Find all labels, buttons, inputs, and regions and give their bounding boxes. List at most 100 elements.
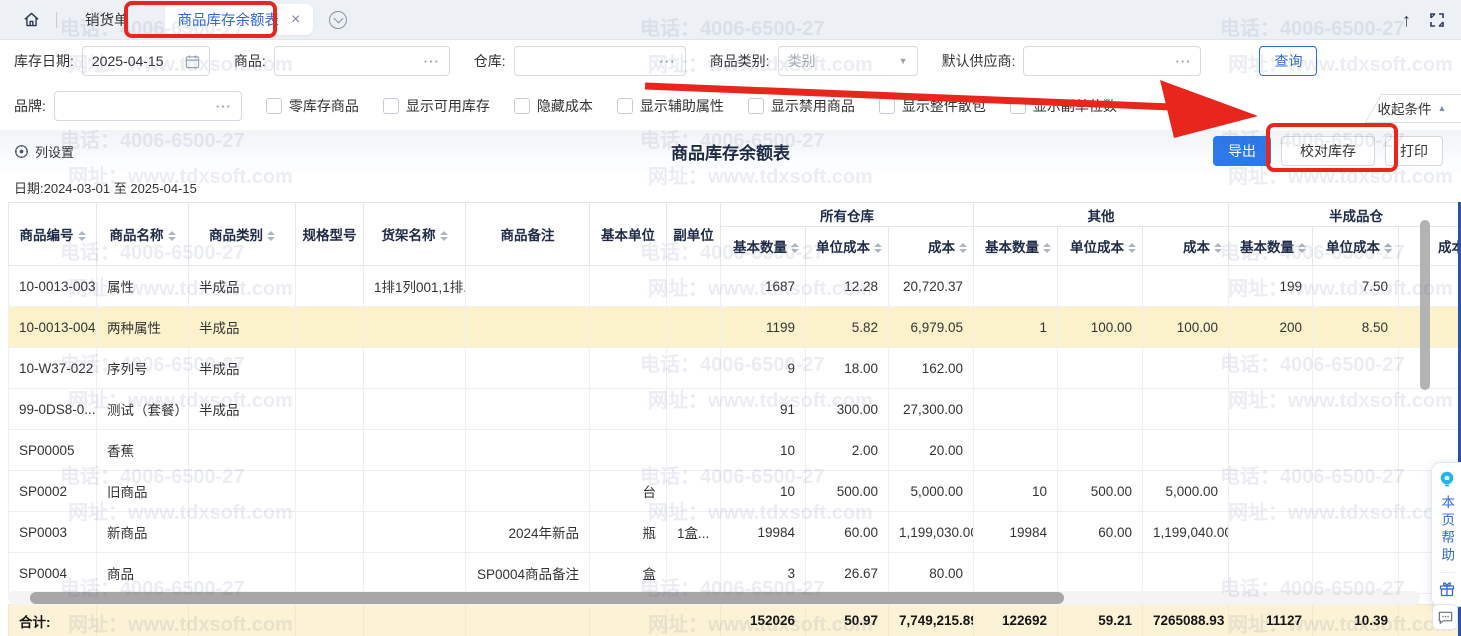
table-cell[interactable]: 商品 — [97, 553, 189, 594]
filter-checkbox[interactable]: 零库存商品 — [266, 96, 359, 116]
column-header[interactable]: 单位成本 — [1313, 227, 1399, 266]
sort-icon[interactable] — [874, 243, 882, 253]
table-cell[interactable]: 20,720.37 — [889, 266, 974, 307]
default-supplier-input[interactable]: ··· — [1023, 46, 1201, 76]
table-cell[interactable]: 18.00 — [806, 348, 889, 389]
table-cell[interactable]: 盒 — [590, 553, 667, 594]
column-header[interactable]: 货架名称 — [364, 203, 466, 266]
table-cell[interactable]: 80.00 — [889, 553, 974, 594]
sort-icon[interactable] — [791, 243, 799, 253]
product-input[interactable]: ··· — [274, 46, 450, 76]
table-cell[interactable]: 5.82 — [806, 307, 889, 348]
table-cell[interactable]: 属性 — [97, 266, 189, 307]
table-cell[interactable] — [364, 430, 466, 471]
horizontal-scrollbar-thumb[interactable] — [30, 592, 1064, 604]
print-button[interactable]: 打印 — [1385, 136, 1443, 166]
checkbox-icon[interactable] — [748, 98, 764, 114]
filter-checkbox[interactable]: 显示辅助属性 — [617, 96, 724, 116]
table-cell[interactable] — [1058, 348, 1143, 389]
sort-icon[interactable] — [78, 231, 86, 241]
table-cell[interactable]: SP0004商品备注 — [466, 553, 590, 594]
table-cell[interactable] — [296, 553, 364, 594]
table-cell[interactable]: SP00005 — [9, 430, 97, 471]
filter-checkbox[interactable]: 显示可用库存 — [383, 96, 490, 116]
table-cell[interactable] — [466, 307, 590, 348]
table-row[interactable]: 10-0013-004两种属性半成品11995.826,979.051100.0… — [9, 307, 1461, 348]
fullscreen-icon[interactable] — [1429, 12, 1445, 28]
table-cell[interactable] — [466, 471, 590, 512]
table-cell[interactable] — [1143, 430, 1229, 471]
table-cell[interactable] — [364, 512, 466, 553]
table-cell[interactable] — [189, 471, 296, 512]
checkbox-icon[interactable] — [514, 98, 530, 114]
table-cell[interactable]: 3 — [721, 553, 806, 594]
table-cell[interactable] — [667, 389, 721, 430]
checkbox-icon[interactable] — [266, 98, 282, 114]
table-cell[interactable] — [1399, 389, 1461, 430]
table-cell[interactable]: 测试（套餐） — [97, 389, 189, 430]
table-cell[interactable] — [667, 266, 721, 307]
table-cell[interactable] — [189, 430, 296, 471]
table-row[interactable]: SP00005香蕉102.0020.00 — [9, 430, 1461, 471]
filter-checkbox[interactable]: 隐藏成本 — [514, 96, 593, 116]
tab-sales-order[interactable]: 销货单 — [71, 9, 143, 30]
table-cell[interactable]: 10-0013-004 — [9, 307, 97, 348]
table-cell[interactable]: 7.50 — [1313, 266, 1399, 307]
table-cell[interactable] — [1313, 471, 1399, 512]
table-row[interactable]: 10-0013-003属性半成品1排1列001,1排...168712.2820… — [9, 266, 1461, 307]
vertical-scrollbar-thumb[interactable] — [1420, 220, 1430, 390]
table-cell[interactable] — [1058, 266, 1143, 307]
table-cell[interactable]: 500.00 — [1058, 471, 1143, 512]
column-header[interactable]: 商品编号 — [9, 203, 97, 266]
table-cell[interactable] — [1313, 512, 1399, 553]
filter-checkbox[interactable]: 显示禁用商品 — [748, 96, 855, 116]
table-cell[interactable]: 1199 — [721, 307, 806, 348]
table-cell[interactable]: 1,199,040.00 — [1143, 512, 1229, 553]
table-cell[interactable] — [590, 307, 667, 348]
table-cell[interactable] — [1143, 553, 1229, 594]
table-cell[interactable]: 香蕉 — [97, 430, 189, 471]
table-cell[interactable]: 半成品 — [189, 348, 296, 389]
table-cell[interactable] — [296, 348, 364, 389]
table-cell[interactable] — [1313, 553, 1399, 594]
table-cell[interactable] — [189, 553, 296, 594]
export-button[interactable]: 导出 — [1213, 136, 1271, 166]
column-header[interactable]: 副单位 — [667, 203, 721, 266]
table-cell[interactable]: 20.00 — [889, 430, 974, 471]
table-cell[interactable] — [1058, 553, 1143, 594]
filter-checkbox[interactable]: 显示副单位数 — [1010, 96, 1117, 116]
table-cell[interactable]: 1,199,030.00 — [889, 512, 974, 553]
table-cell[interactable]: 19984 — [974, 512, 1058, 553]
table-cell[interactable]: 9 — [721, 348, 806, 389]
table-cell[interactable] — [296, 389, 364, 430]
table-cell[interactable] — [1229, 430, 1313, 471]
table-cell[interactable] — [364, 389, 466, 430]
ellipsis-icon[interactable]: ··· — [1175, 54, 1191, 69]
column-header[interactable]: 规格型号 — [296, 203, 364, 266]
column-header[interactable]: 基本数量 — [974, 227, 1058, 266]
table-cell[interactable] — [296, 512, 364, 553]
table-cell[interactable] — [1229, 553, 1313, 594]
table-cell[interactable]: 1 — [974, 307, 1058, 348]
column-header[interactable]: 商品名称 — [97, 203, 189, 266]
table-cell[interactable] — [1313, 389, 1399, 430]
filter-checkbox[interactable]: 显示整件散包 — [879, 96, 986, 116]
table-cell[interactable] — [466, 348, 590, 389]
help-panel[interactable]: 本页帮助 — [1431, 462, 1461, 607]
table-cell[interactable] — [974, 389, 1058, 430]
table-cell[interactable]: SP0003 — [9, 512, 97, 553]
table-row[interactable]: SP0003新商品2024年新品瓶1盒...1998460.001,199,03… — [9, 512, 1461, 553]
home-icon[interactable] — [20, 9, 42, 31]
table-cell[interactable] — [1313, 348, 1399, 389]
table-cell[interactable]: 半成品 — [189, 307, 296, 348]
sort-icon[interactable] — [1214, 243, 1222, 253]
table-cell[interactable] — [189, 512, 296, 553]
table-cell[interactable]: 19984 — [721, 512, 806, 553]
table-cell[interactable]: 99-0DS8-0... — [9, 389, 97, 430]
table-cell[interactable]: 27,300.00 — [889, 389, 974, 430]
column-header[interactable]: 商品类别 — [189, 203, 296, 266]
table-cell[interactable] — [466, 389, 590, 430]
table-cell[interactable] — [1143, 348, 1229, 389]
table-cell[interactable] — [466, 266, 590, 307]
collapse-conditions-tab[interactable]: 收起条件 ▲ — [1363, 94, 1461, 122]
